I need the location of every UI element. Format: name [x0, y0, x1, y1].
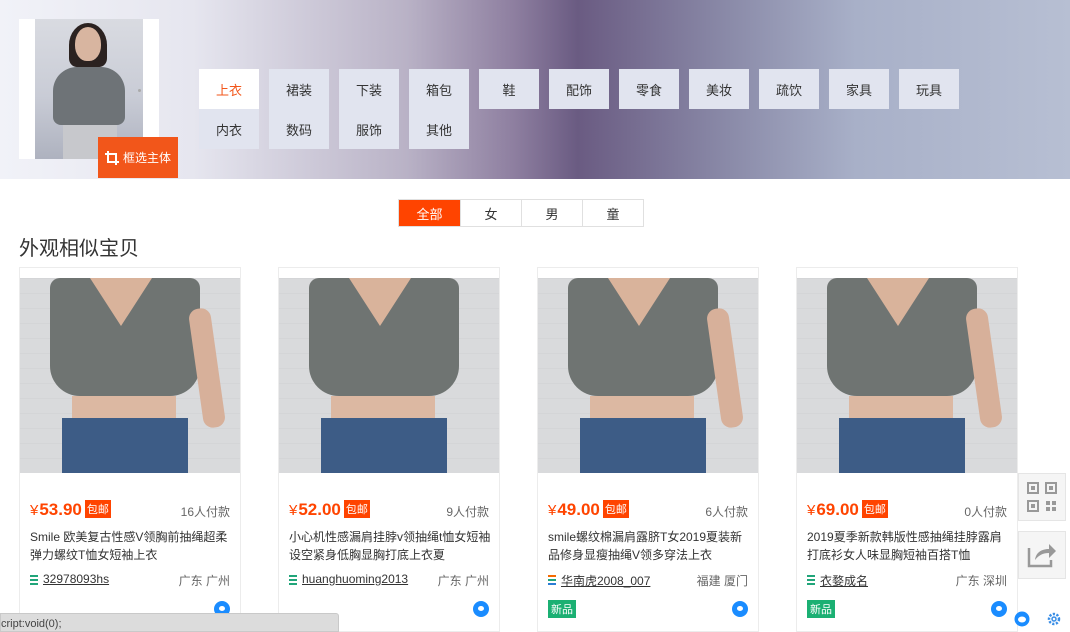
wangwang-icon[interactable] — [1014, 611, 1030, 627]
shop-link[interactable]: huanghuoming2013 — [302, 572, 408, 586]
product-image[interactable] — [20, 278, 240, 473]
paid-count: 9人付款 — [446, 505, 489, 519]
product-card[interactable]: ¥69.00 包邮 0人付款 2019夏季新款韩版性感抽绳挂脖露肩打底衫女人味显胸… — [796, 267, 1018, 632]
filter-kids[interactable]: 童 — [582, 200, 643, 226]
category-tab[interactable]: 美妆 — [689, 69, 749, 109]
product-price: ¥69.00 包邮 — [807, 500, 888, 519]
section-title: 外观相似宝贝 — [19, 238, 139, 260]
shop-icon — [30, 575, 38, 585]
category-tab[interactable]: 其他 — [409, 109, 469, 149]
category-tab[interactable]: 配饰 — [549, 69, 609, 109]
status-bar: cript:void(0); — [0, 613, 339, 632]
paid-count: 6人付款 — [705, 505, 748, 519]
paid-count: 0人付款 — [964, 505, 1007, 519]
wangwang-chat-icon[interactable] — [732, 601, 748, 617]
crop-subject-button[interactable]: 框选主体 — [98, 137, 178, 178]
category-tab[interactable]: 零食 — [619, 69, 679, 109]
location: 福建 厦门 — [696, 574, 748, 588]
product-price: ¥53.90 包邮 — [30, 500, 111, 519]
shop-link[interactable]: 华南虎2008_007 — [561, 572, 650, 589]
product-card[interactable]: ¥49.00 包邮 6人付款 smile螺纹棉漏肩露脐T女2019夏装新品修身显瘦… — [537, 267, 759, 632]
new-product-badge: 新品 — [807, 600, 835, 618]
product-card[interactable]: ¥53.90 包邮 16人付款 Smile 欧美复古性感V领胸前抽绳超柔弹力螺纹T… — [19, 267, 241, 632]
filter-all[interactable]: 全部 — [399, 200, 460, 226]
crop-icon — [104, 150, 119, 165]
qr-code-icon — [1027, 482, 1057, 512]
product-price: ¥52.00 包邮 — [289, 500, 370, 519]
product-card[interactable]: ¥52.00 包邮 9人付款 小心机性感漏肩挂脖v领抽绳t恤女短袖设空紧身低胸显胸… — [278, 267, 500, 632]
filter-female[interactable]: 女 — [460, 200, 521, 226]
free-shipping-badge: 包邮 — [861, 500, 888, 518]
free-shipping-badge: 包邮 — [84, 500, 111, 518]
free-shipping-badge: 包邮 — [602, 500, 629, 518]
share-icon — [1027, 544, 1056, 568]
category-tab[interactable]: 鞋 — [479, 69, 539, 109]
product-title[interactable]: 小心机性感漏肩挂脖v领抽绳t恤女短袖设空紧身低胸显胸打底上衣夏 — [289, 528, 491, 564]
category-tab[interactable]: 服饰 — [339, 109, 399, 149]
shop-icon — [807, 575, 815, 585]
product-image[interactable] — [538, 278, 758, 473]
location: 广东 深圳 — [955, 574, 1007, 588]
qr-code-button[interactable] — [1018, 473, 1066, 521]
search-header: 框选主体 上衣 裙装 下装 箱包 鞋 配饰 零食 美妆 疏饮 家具 玩具 内衣 … — [0, 0, 1070, 179]
product-image[interactable] — [797, 278, 1017, 473]
filter-male[interactable]: 男 — [521, 200, 582, 226]
wangwang-chat-icon[interactable] — [991, 601, 1007, 617]
crop-button-label: 框选主体 — [122, 151, 171, 165]
category-tab[interactable]: 箱包 — [409, 69, 469, 109]
location: 广东 广州 — [178, 574, 230, 588]
category-tab[interactable]: 上衣 — [199, 69, 259, 109]
shop-icon — [548, 575, 556, 585]
wangwang-chat-icon[interactable] — [473, 601, 489, 617]
paid-count: 16人付款 — [180, 505, 230, 519]
category-tab[interactable]: 玩具 — [899, 69, 959, 109]
category-tab[interactable]: 下装 — [339, 69, 399, 109]
gear-icon[interactable] — [1046, 611, 1062, 627]
product-title[interactable]: smile螺纹棉漏肩露脐T女2019夏装新品修身显瘦抽绳V领多穿法上衣 — [548, 528, 750, 564]
location: 广东 广州 — [437, 574, 489, 588]
product-title[interactable]: Smile 欧美复古性感V领胸前抽绳超柔弹力螺纹T恤女短袖上衣 — [30, 528, 232, 564]
category-tab[interactable]: 疏饮 — [759, 69, 819, 109]
shop-link[interactable]: 衣婺成名 — [820, 572, 868, 589]
category-tab[interactable]: 数码 — [269, 109, 329, 149]
product-price: ¥49.00 包邮 — [548, 500, 629, 519]
category-tab[interactable]: 家具 — [829, 69, 889, 109]
shop-icon — [289, 575, 297, 585]
category-tab[interactable]: 裙装 — [269, 69, 329, 109]
product-image[interactable] — [279, 278, 499, 473]
share-button[interactable] — [1018, 531, 1066, 579]
shop-link[interactable]: 32978093hs — [43, 572, 109, 586]
free-shipping-badge: 包邮 — [343, 500, 370, 518]
new-product-badge: 新品 — [548, 600, 576, 618]
query-image[interactable]: 框选主体 — [19, 19, 178, 178]
gender-filter: 全部 女 男 童 — [398, 199, 644, 227]
category-tab[interactable]: 内衣 — [199, 109, 259, 149]
product-title[interactable]: 2019夏季新款韩版性感抽绳挂脖露肩打底衫女人味显胸短袖百搭T恤 — [807, 528, 1009, 564]
